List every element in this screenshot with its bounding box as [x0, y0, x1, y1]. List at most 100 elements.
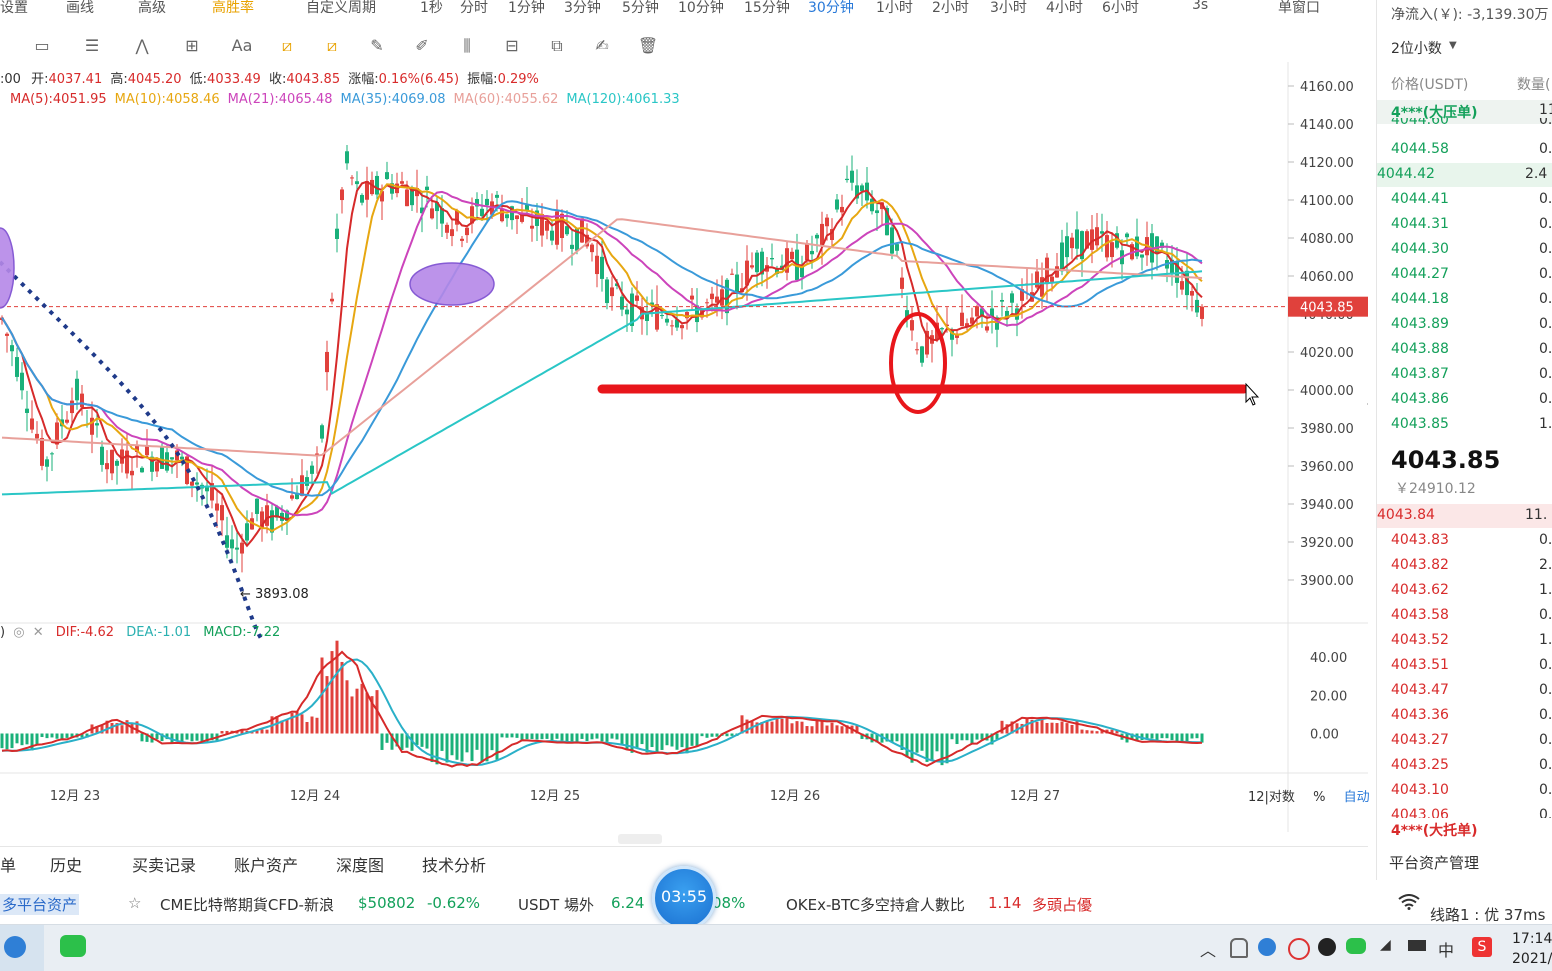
decimals-select[interactable]: 2位小数	[1391, 38, 1442, 58]
interval-19[interactable]: 单窗口	[1278, 0, 1320, 17]
interval-14[interactable]: 2小时	[932, 0, 969, 17]
rect-icon[interactable]: ▭	[30, 34, 54, 58]
browser-app-icon[interactable]	[4, 936, 26, 958]
interval-4[interactable]: 自定义周期	[306, 0, 376, 17]
bid-row[interactable]: 4043.51 0.:	[1391, 654, 1552, 678]
interval-16[interactable]: 4小时	[1046, 0, 1083, 17]
bid-row[interactable]: 4043.62 1.4	[1391, 579, 1552, 603]
trash-icon[interactable]: 🗑	[636, 34, 660, 58]
settings-icon[interactable]: ◎	[13, 625, 24, 640]
interval-11[interactable]: 15分钟	[744, 0, 790, 17]
ask-qty: 0.	[1539, 216, 1552, 232]
interval-10[interactable]: 10分钟	[678, 0, 724, 17]
interval-15[interactable]: 3小时	[990, 0, 1027, 17]
lock-icon[interactable]: ⊟	[500, 34, 524, 58]
bottom-tab-2[interactable]: 买卖记录	[132, 852, 196, 876]
ask-row[interactable]: 4044.27 0.	[1391, 263, 1552, 287]
notification-bell-icon[interactable]	[1230, 938, 1248, 958]
lines-icon[interactable]: ☰	[80, 34, 104, 58]
ime-indicator[interactable]: 中	[1438, 937, 1454, 961]
log-scale-toggle[interactable]: 12|对数	[1248, 790, 1295, 805]
edit-icon[interactable]: ✍	[590, 34, 614, 58]
network-tray-icon[interactable]: ◢	[1380, 937, 1391, 953]
bottom-tab-0[interactable]: 单	[0, 852, 16, 876]
macd-histogram-bar	[435, 733, 439, 765]
fib-icon[interactable]: ⧄	[275, 34, 299, 58]
bid-row[interactable]: 4043.36 0.	[1391, 704, 1552, 728]
system-clock[interactable]: 17:14 2021/	[1512, 929, 1552, 969]
battery-icon[interactable]	[1408, 940, 1426, 951]
interval-6[interactable]: 分时	[460, 0, 488, 17]
ticker-assets-tab[interactable]: 多平台资产	[0, 894, 80, 915]
ask-row[interactable]: 4044.41 0.	[1391, 188, 1552, 212]
macd-histogram-bar	[550, 733, 554, 741]
tray-expand-icon[interactable]: ︿	[1200, 937, 1216, 961]
interval-17[interactable]: 6小时	[1102, 0, 1139, 17]
bid-row[interactable]: 4043.47 0.:	[1391, 679, 1552, 703]
bid-row[interactable]: 4043.83 0.4	[1391, 529, 1552, 553]
panel-resize-handle[interactable]	[618, 834, 662, 844]
wechat-app-icon[interactable]	[60, 935, 86, 957]
crosshair-icon[interactable]: ⊞	[180, 34, 204, 58]
copy-icon[interactable]: ⧉	[545, 34, 569, 58]
interval-0[interactable]: 设置	[0, 0, 28, 17]
macd-histogram-bar	[185, 733, 189, 740]
candle-body	[985, 326, 989, 331]
bid-row[interactable]: 4043.84 11.	[1377, 504, 1552, 528]
ask-row[interactable]: 4044.30 0.	[1391, 238, 1552, 262]
percent-toggle[interactable]: %	[1313, 790, 1325, 805]
wechat-tray-icon[interactable]	[1346, 938, 1366, 954]
qq-tray-icon[interactable]	[1318, 938, 1336, 956]
bottom-tab-1[interactable]: 历史	[50, 852, 82, 876]
ask-row[interactable]: 4044.31 0.	[1391, 213, 1552, 237]
sogou-ime-icon[interactable]: S	[1472, 937, 1492, 957]
sync-tray-icon[interactable]	[1288, 938, 1310, 960]
start-button[interactable]	[0, 925, 44, 971]
bid-row[interactable]: 4043.58 0.	[1391, 604, 1552, 628]
ask-row[interactable]: 4044.58 0.	[1391, 138, 1552, 162]
ask-row[interactable]: 4043.85 1.	[1391, 413, 1552, 437]
interval-1[interactable]: 画线	[66, 0, 94, 17]
interval-2[interactable]: 高级	[138, 0, 166, 17]
fib2-icon[interactable]: ⧄	[320, 34, 344, 58]
platform-assets-link[interactable]: 平台资产管理	[1389, 852, 1479, 873]
interval-5[interactable]: 1秒	[420, 0, 443, 17]
interval-7[interactable]: 1分钟	[508, 0, 545, 17]
ask-row[interactable]: 4044.60 0.	[1391, 118, 1552, 132]
interval-13[interactable]: 1小时	[876, 0, 913, 17]
pen-icon[interactable]: ✎	[365, 34, 389, 58]
interval-9[interactable]: 5分钟	[622, 0, 659, 17]
bid-row[interactable]: 4043.52 1.:	[1391, 629, 1552, 653]
bottom-tab-4[interactable]: 深度图	[336, 852, 384, 876]
ask-row[interactable]: 4043.88 0.	[1391, 338, 1552, 362]
candle-body	[915, 349, 919, 351]
interval-12[interactable]: 30分钟	[808, 0, 854, 17]
text-icon[interactable]: Aa	[230, 34, 254, 58]
interval-18[interactable]: 3s	[1192, 0, 1208, 13]
candlestick-chart[interactable]: 4160.00 4140.00 4120.00 4100.00 4080.00 4060.…	[0, 62, 1368, 832]
wifi-icon	[1398, 894, 1420, 914]
auto-scale-toggle[interactable]: 自动	[1344, 790, 1370, 805]
bid-row[interactable]: 4043.25 0.:	[1391, 754, 1552, 778]
pin-icon[interactable]: ☆	[128, 894, 141, 912]
cme-label: CME比特幣期貨CFD-新浪	[160, 896, 334, 914]
bid-row[interactable]: 4043.82 2.4	[1391, 554, 1552, 578]
app-tray-icon[interactable]	[1258, 938, 1276, 956]
interval-8[interactable]: 3分钟	[564, 0, 601, 17]
bid-row[interactable]: 4043.10 0.	[1391, 779, 1552, 803]
bottom-tab-3[interactable]: 账户资产	[234, 852, 298, 876]
close-icon[interactable]: ✕	[33, 625, 44, 640]
bid-row[interactable]: 4043.06 0.	[1391, 804, 1552, 818]
candles-icon[interactable]: ⫼	[455, 34, 479, 58]
bid-row[interactable]: 4043.27 0.	[1391, 729, 1552, 753]
wave-icon[interactable]: ⋀	[130, 34, 154, 58]
macd-histogram-bar	[355, 688, 359, 734]
ask-row[interactable]: 4043.89 0.	[1391, 313, 1552, 337]
ask-row[interactable]: 4044.42 2.4	[1377, 163, 1552, 187]
ask-row[interactable]: 4043.87 0.	[1391, 363, 1552, 387]
brush-icon[interactable]: ✐	[410, 34, 434, 58]
ask-row[interactable]: 4044.18 0.	[1391, 288, 1552, 312]
interval-3[interactable]: 高胜率	[212, 0, 254, 17]
ask-row[interactable]: 4043.86 0.	[1391, 388, 1552, 412]
bottom-tab-5[interactable]: 技术分析	[422, 852, 486, 876]
